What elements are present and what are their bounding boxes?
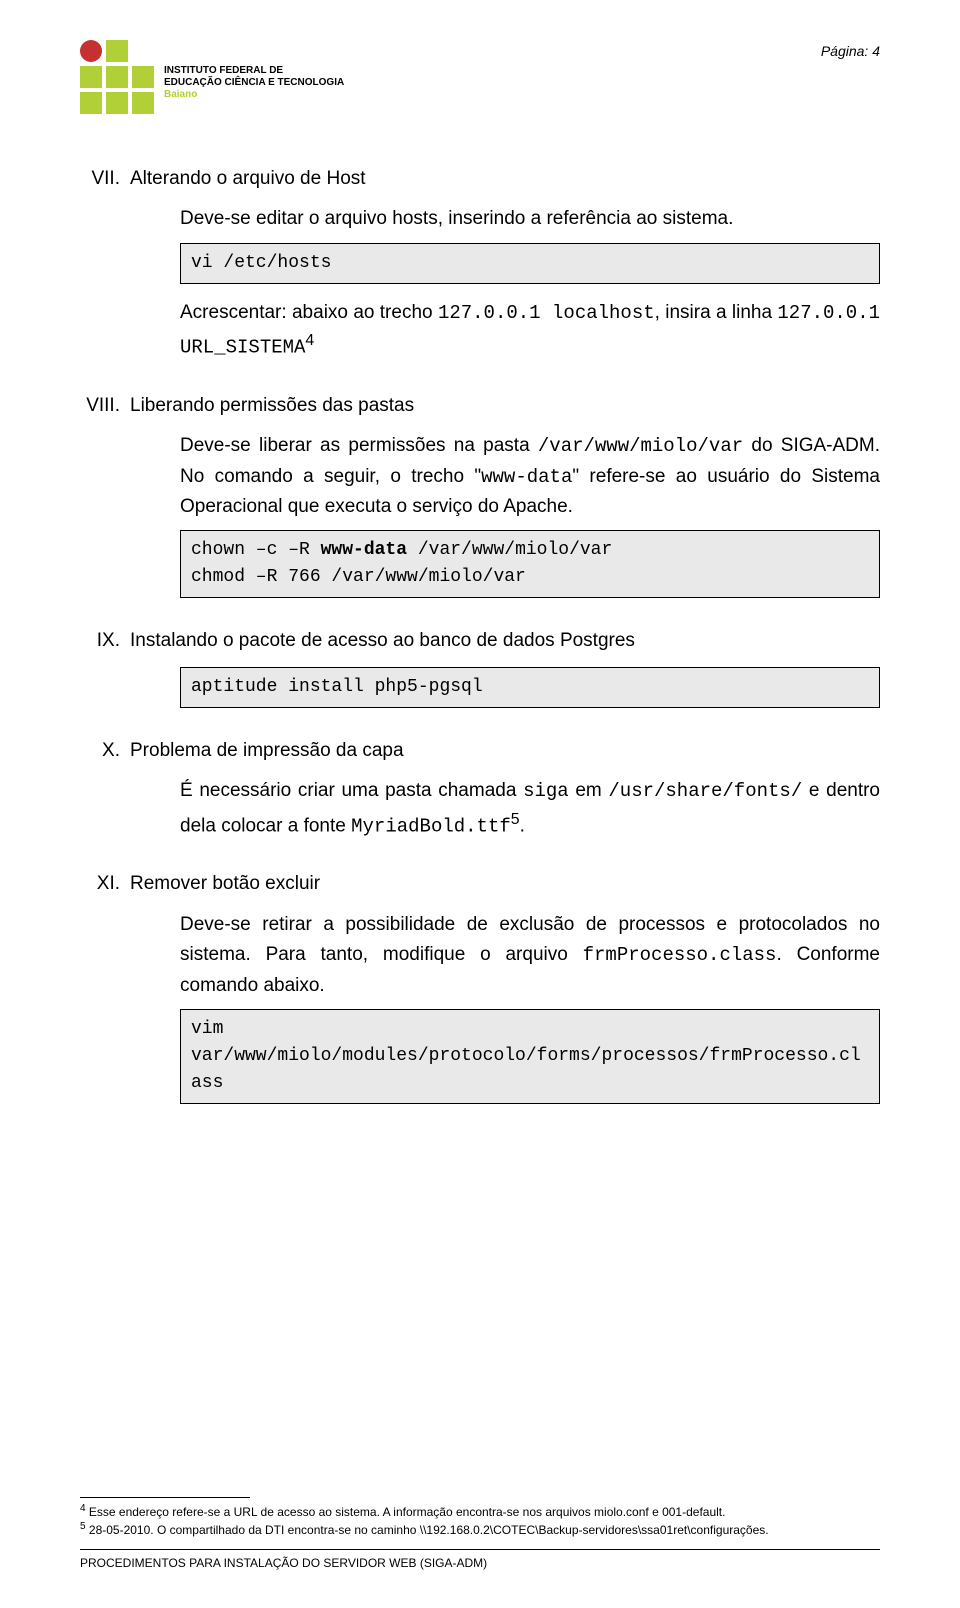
section-vii: VII. Alterando o arquivo de Host Deve-se… <box>80 164 880 363</box>
section-x-p1: É necessário criar uma pasta chamada sig… <box>180 776 880 841</box>
section-viii: VIII. Liberando permissões das pastas De… <box>80 391 880 599</box>
logo-line3: Baiano <box>164 89 344 101</box>
logo-text: INSTITUTO FEDERAL DE EDUCAÇÃO CIÊNCIA E … <box>164 65 344 101</box>
logo-line1: INSTITUTO FEDERAL DE <box>164 65 344 77</box>
section-vii-title: Alterando o arquivo de Host <box>130 164 366 194</box>
section-vii-code1: vi /etc/hosts <box>180 243 880 284</box>
section-xi-p1: Deve-se retirar a possibilidade de exclu… <box>180 910 880 1001</box>
section-x-title: Problema de impressão da capa <box>130 736 404 766</box>
roman-vii: VII. <box>80 164 120 194</box>
footnote-4: 4 Esse endereço refere-se a URL de acess… <box>80 1502 880 1520</box>
section-x: X. Problema de impressão da capa É neces… <box>80 736 880 842</box>
section-xi-code1: vim var/www/miolo/modules/protocolo/form… <box>180 1009 880 1104</box>
logo-icon <box>80 40 154 114</box>
section-ix-title: Instalando o pacote de acesso ao banco d… <box>130 626 635 656</box>
section-vii-p1: Deve-se editar o arquivo hosts, inserind… <box>180 204 880 234</box>
page-number: Página: 4 <box>821 40 880 62</box>
footnote-5: 5 28-05-2010. O compartilhado da DTI enc… <box>80 1520 880 1538</box>
roman-ix: IX. <box>80 626 120 656</box>
footnotes: 4 Esse endereço refere-se a URL de acess… <box>80 1497 880 1538</box>
page-footer: PROCEDIMENTOS PARA INSTALAÇÃO DO SERVIDO… <box>80 1549 880 1573</box>
section-vii-p2: Acrescentar: abaixo ao trecho 127.0.0.1 … <box>180 298 880 363</box>
section-viii-code1: chown –c –R www-data /var/www/miolo/var … <box>180 530 880 598</box>
section-viii-p1: Deve-se liberar as permissões na pasta /… <box>180 431 880 522</box>
section-ix-code1: aptitude install php5-pgsql <box>180 667 880 708</box>
roman-xi: XI. <box>80 869 120 899</box>
roman-viii: VIII. <box>80 391 120 421</box>
logo-block: INSTITUTO FEDERAL DE EDUCAÇÃO CIÊNCIA E … <box>80 40 344 114</box>
logo-line2: EDUCAÇÃO CIÊNCIA E TECNOLOGIA <box>164 77 344 89</box>
footer-text: PROCEDIMENTOS PARA INSTALAÇÃO DO SERVIDO… <box>80 1556 487 1570</box>
section-viii-title: Liberando permissões das pastas <box>130 391 414 421</box>
section-xi: XI. Remover botão excluir Deve-se retira… <box>80 869 880 1104</box>
page-header: INSTITUTO FEDERAL DE EDUCAÇÃO CIÊNCIA E … <box>80 40 880 114</box>
section-ix: IX. Instalando o pacote de acesso ao ban… <box>80 626 880 707</box>
section-xi-title: Remover botão excluir <box>130 869 320 899</box>
roman-x: X. <box>80 736 120 766</box>
